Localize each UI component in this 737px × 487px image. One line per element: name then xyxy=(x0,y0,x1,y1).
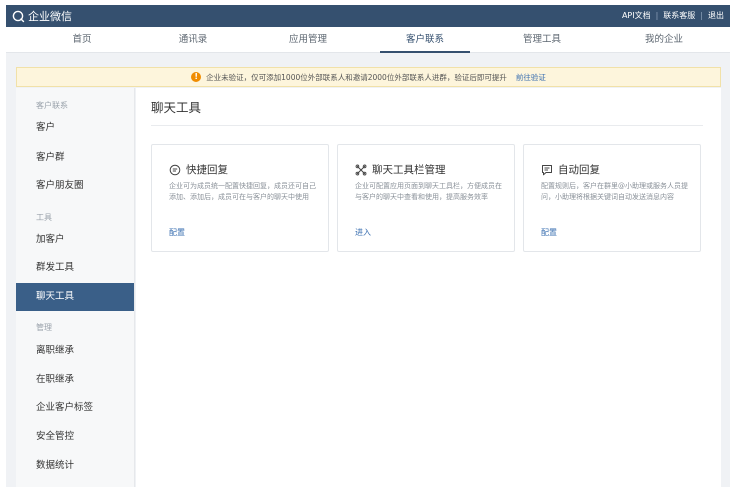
brand-name: 企业微信 xyxy=(28,10,72,23)
sidebar-section-management: 管理 xyxy=(36,323,52,332)
toolbar-icon xyxy=(355,164,367,176)
enter-toolbar-link[interactable]: 进入 xyxy=(355,227,371,238)
page-title: 聊天工具 xyxy=(151,100,202,115)
sidebar-item-data-statistics[interactable]: 数据统计 xyxy=(16,452,134,480)
card-header: 快捷回复 xyxy=(169,162,228,177)
card-header: 自动回复 xyxy=(541,162,600,177)
wecom-logo-icon xyxy=(12,10,25,23)
sidebar-item-chat-tools[interactable]: 聊天工具 xyxy=(16,283,134,311)
notice-text: 企业未验证，仅可添加1000位外部联系人和邀请2000位外部联系人进群，验证后即… xyxy=(206,72,507,82)
brand[interactable]: 企业微信 xyxy=(12,8,72,24)
configure-auto-reply-link[interactable]: 配置 xyxy=(541,227,557,238)
auto-reply-icon xyxy=(541,164,553,176)
quick-reply-icon xyxy=(169,164,181,176)
api-docs-link[interactable]: API文档 xyxy=(622,10,651,21)
card-header: 聊天工具栏管理 xyxy=(355,162,446,177)
quick-reply-card: 快捷回复 企业可为成员统一配置快捷回复，成员还可自己添加、添加后，成员可在与客户… xyxy=(151,144,329,252)
top-links: API文档 | 联系客服 | 退出 xyxy=(622,10,724,21)
nav-my-company[interactable]: 我的企业 xyxy=(619,27,709,53)
verification-notice: ! 企业未验证，仅可添加1000位外部联系人和邀请2000位外部联系人进群，验证… xyxy=(16,67,721,87)
sidebar-item-add-customer[interactable]: 加客户 xyxy=(16,226,134,254)
sidebar-item-customer-groups[interactable]: 客户群 xyxy=(16,144,134,172)
sidebar-item-mass-messaging[interactable]: 群发工具 xyxy=(16,254,134,282)
nav-management-tools[interactable]: 管理工具 xyxy=(497,27,587,53)
card-description: 企业可为成员统一配置快捷回复，成员还可自己添加、添加后，成员可在与客户的聊天中使… xyxy=(169,182,316,201)
sidebar: 客户联系 客户 客户群 客户朋友圈 工具 加客户 群发工具 聊天工具 管理 离职… xyxy=(16,88,135,487)
sidebar-item-resigned-transfer[interactable]: 离职继承 xyxy=(16,337,134,365)
verify-link[interactable]: 前往验证 xyxy=(516,72,546,83)
logout-link[interactable]: 退出 xyxy=(708,10,724,21)
toolbar-management-card: 聊天工具栏管理 企业可配置应用页面到聊天工具栏，方便成员在与客户的聊天中查看和使… xyxy=(337,144,515,252)
card-description: 企业可配置应用页面到聊天工具栏，方便成员在与客户的聊天中查看和使用，提高服务效率 xyxy=(355,182,502,201)
nav-contacts[interactable]: 通讯录 xyxy=(148,27,238,53)
nav-customer-contact[interactable]: 客户联系 xyxy=(380,27,470,53)
sidebar-item-customers[interactable]: 客户 xyxy=(16,114,134,142)
sidebar-item-security-control[interactable]: 安全管控 xyxy=(16,423,134,451)
sidebar-section-tools: 工具 xyxy=(36,213,52,222)
sidebar-section-customer-contact: 客户联系 xyxy=(36,101,68,110)
main-content: 聊天工具 快捷回复 企业可为成员统一配置快捷回复，成员还可自己添加、添加后，成员… xyxy=(136,88,721,487)
divider xyxy=(151,125,703,126)
sidebar-item-moments[interactable]: 客户朋友圈 xyxy=(16,172,134,200)
card-title: 快捷回复 xyxy=(186,164,228,176)
main-nav: 首页 通讯录 应用管理 客户联系 管理工具 我的企业 xyxy=(6,27,730,53)
contact-support-link[interactable]: 联系客服 xyxy=(663,10,695,21)
sidebar-item-onjob-transfer[interactable]: 在职继承 xyxy=(16,366,134,394)
nav-app-management[interactable]: 应用管理 xyxy=(263,27,353,53)
divider: | xyxy=(655,11,659,20)
card-title: 自动回复 xyxy=(558,164,600,176)
configure-quick-reply-link[interactable]: 配置 xyxy=(169,227,185,238)
sidebar-item-customer-tags[interactable]: 企业客户标签 xyxy=(16,394,134,422)
warning-icon: ! xyxy=(191,72,202,82)
auto-reply-card: 自动回复 配置规则后，客户在群里@小助理或服务人员提问，小助理将根据关键词自动发… xyxy=(523,144,701,252)
nav-home[interactable]: 首页 xyxy=(37,27,127,53)
card-title: 聊天工具栏管理 xyxy=(372,164,446,176)
top-bar: 企业微信 API文档 | 联系客服 | 退出 xyxy=(6,5,730,27)
divider: | xyxy=(700,11,703,20)
card-description: 配置规则后，客户在群里@小助理或服务人员提问，小助理将根据关键词自动发送消息内容 xyxy=(541,182,688,201)
